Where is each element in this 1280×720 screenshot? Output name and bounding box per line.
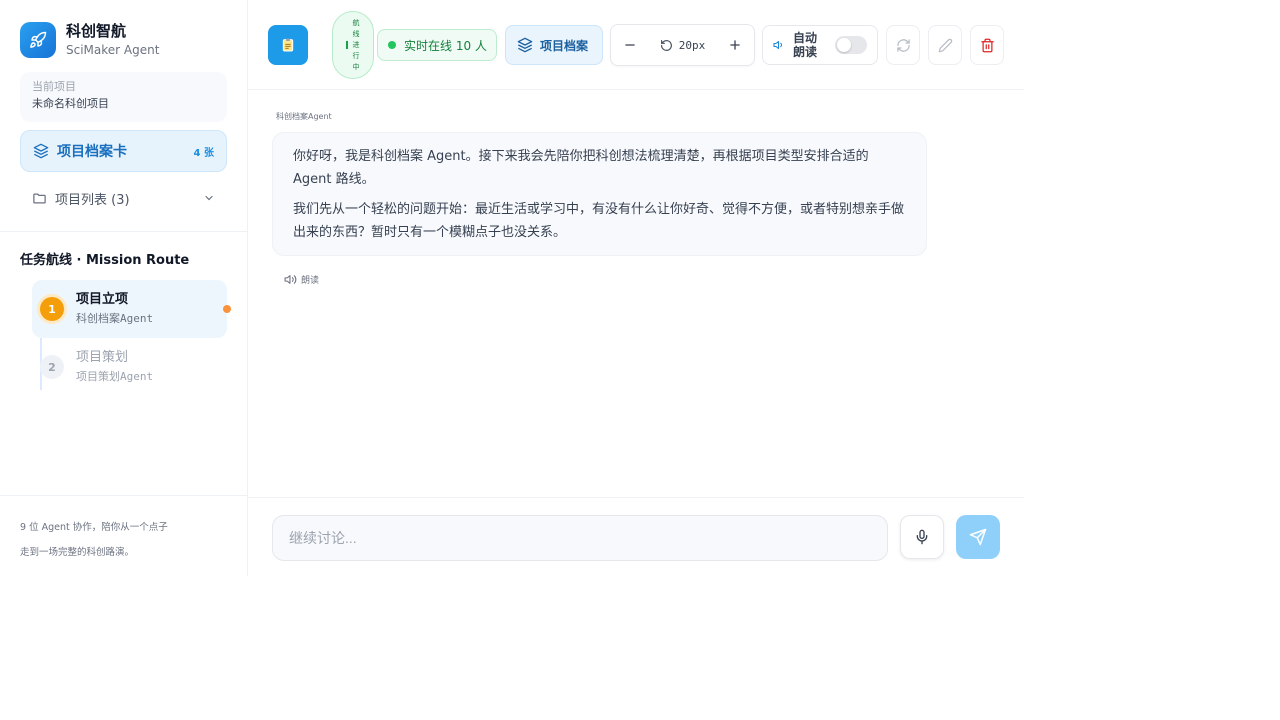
volume-icon — [773, 39, 785, 51]
microphone-icon — [914, 529, 930, 545]
clipboard-icon — [280, 37, 296, 53]
message-paragraph-2: 我们先从一个轻松的问题开始：最近生活或学习中，有没有什么让你好奇、觉得不方便，或… — [293, 202, 905, 240]
project-list-label: 项目列表 (3) — [55, 192, 130, 208]
message-input[interactable] — [272, 515, 888, 561]
mission-route-title: 任务航线 · Mission Route — [20, 253, 190, 268]
auto-read-label: 自动朗读 — [793, 31, 818, 59]
rocket-icon — [20, 22, 56, 58]
project-archive-card-button[interactable]: 项目档案卡 4 张 — [20, 130, 227, 172]
trash-icon — [980, 38, 995, 53]
footer-line-2: 走到一场完整的科创路演。 — [20, 547, 135, 558]
online-count-text: 实时在线 10 人 — [404, 38, 487, 53]
agent-message-bubble: 你好呀，我是科创档案 Agent。接下来我会先陪你把科创想法梳理清楚，再根据项目… — [272, 132, 927, 256]
font-size-value: 20px — [678, 38, 706, 52]
step-number: 2 — [40, 355, 64, 379]
archive-card-label: 项目档案卡 — [57, 144, 127, 160]
brand: 科创智航 SciMaker Agent — [20, 22, 159, 58]
online-dot — [388, 41, 396, 49]
current-project-name: 未命名科创项目 — [32, 97, 109, 110]
mission-status-badge: 航线进行中 — [332, 11, 374, 79]
send-button[interactable] — [956, 515, 1000, 559]
route-step-1[interactable]: 1 项目立项 科创档案Agent — [32, 280, 227, 338]
edit-button[interactable] — [928, 25, 962, 65]
brand-name: 科创智航 — [66, 22, 127, 40]
status-bar — [346, 41, 348, 49]
layers-icon — [33, 143, 49, 159]
brand-subtitle: SciMaker Agent — [66, 43, 160, 57]
sidebar-footer-divider — [0, 495, 247, 496]
font-size-control: 20px — [610, 24, 755, 66]
plus-icon[interactable] — [728, 38, 742, 52]
volume-icon — [284, 273, 297, 286]
auto-read-control: 自动朗读 — [762, 25, 878, 65]
send-icon — [969, 528, 987, 546]
chat-area: 科创档案Agent 你好呀，我是科创档案 Agent。接下来我会先陪你把科创想法… — [248, 91, 1024, 496]
refresh-button[interactable] — [886, 25, 920, 65]
project-list-toggle[interactable]: 项目列表 (3) — [20, 180, 227, 216]
project-archive-button[interactable]: 项目档案 — [505, 25, 603, 65]
read-aloud-button[interactable]: 朗读 — [284, 273, 319, 286]
refresh-icon — [896, 38, 911, 53]
archive-card-count: 4 张 — [193, 147, 214, 159]
composer — [248, 497, 1024, 576]
chevron-down-icon — [203, 192, 215, 204]
message-sender: 科创档案Agent — [276, 112, 332, 121]
minus-icon[interactable] — [623, 38, 637, 52]
layers-icon — [517, 37, 533, 53]
step-title: 项目立项 — [76, 292, 129, 307]
document-button[interactable] — [268, 25, 308, 65]
folder-icon — [32, 191, 47, 206]
current-project[interactable]: 当前项目 未命名科创项目 — [20, 72, 227, 122]
sidebar-divider — [0, 231, 247, 232]
mission-status-text: 航线进行中 — [352, 18, 360, 71]
archive-button-label: 项目档案 — [540, 38, 589, 53]
online-users-badge: 实时在线 10 人 — [377, 29, 497, 61]
auto-read-toggle[interactable] — [835, 36, 867, 54]
step-number: 1 — [40, 297, 64, 321]
step-title: 项目策划 — [76, 350, 129, 365]
delete-button[interactable] — [970, 25, 1004, 65]
message-paragraph-1: 你好呀，我是科创档案 Agent。接下来我会先陪你把科创想法梳理清楚，再根据项目… — [293, 149, 869, 187]
active-step-indicator — [223, 305, 231, 313]
footer-line-1: 9 位 Agent 协作，陪你从一个点子 — [20, 522, 168, 533]
toggle-knob — [837, 38, 851, 52]
read-aloud-label: 朗读 — [301, 276, 320, 286]
rotate-ccw-icon[interactable] — [660, 39, 673, 52]
top-toolbar: 航线进行中 实时在线 10 人 项目档案 20px 自动朗读 — [248, 0, 1024, 90]
sidebar-footer: 9 位 Agent 协作，陪你从一个点子 走到一场完整的科创路演。 — [20, 515, 220, 565]
route-step-2[interactable]: 2 项目策划 项目策划Agent — [32, 338, 227, 396]
pencil-icon — [938, 38, 953, 53]
sidebar: 科创智航 SciMaker Agent 当前项目 未命名科创项目 项目档案卡 4… — [0, 0, 248, 576]
current-project-label: 当前项目 — [32, 80, 76, 93]
voice-input-button[interactable] — [900, 515, 944, 559]
step-agent: 项目策划Agent — [76, 370, 154, 383]
step-agent: 科创档案Agent — [76, 312, 154, 325]
